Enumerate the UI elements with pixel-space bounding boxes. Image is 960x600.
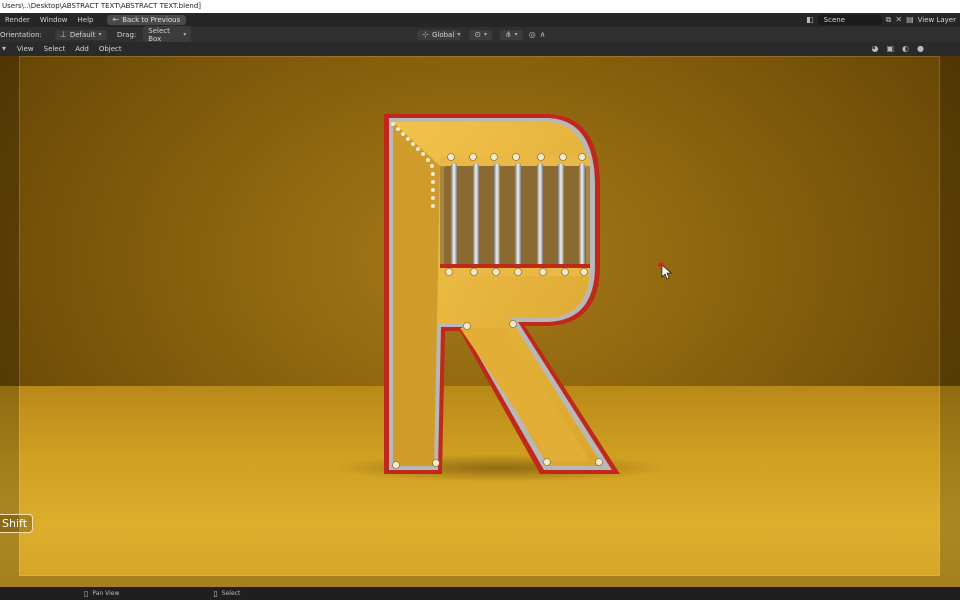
pivot-point-dropdown[interactable]: ⊙ ▾ (469, 29, 492, 40)
top-menu-bar: Render Window Help ⇤ Back to Previous ◧ … (0, 13, 960, 27)
back-icon: ⇤ (112, 15, 120, 24)
menu-help[interactable]: Help (73, 16, 99, 24)
chevron-down-icon: ▾ (514, 31, 518, 38)
status-select: ▯ Select (213, 588, 241, 598)
scene-controls: ◧ Scene ⧉ ✕ ▤ View Layer (806, 13, 960, 27)
camera-frame (19, 56, 940, 576)
proportional-edit-icon[interactable]: ◎ (529, 30, 536, 39)
menu-window[interactable]: Window (35, 16, 73, 24)
delete-scene-icon[interactable]: ✕ (895, 16, 902, 24)
snap-dropdown[interactable]: ⋔ ▾ (499, 29, 523, 40)
view-layer-icon: ▤ (906, 15, 914, 24)
orientation-dropdown[interactable]: ⊥ Default ▾ (54, 29, 107, 40)
passepartout-right (940, 56, 960, 587)
back-label: Back to Previous (122, 16, 181, 24)
scene-name: Scene (823, 16, 845, 24)
back-to-previous-button[interactable]: ⇤ Back to Previous (106, 15, 187, 25)
view-layer-label[interactable]: View Layer (918, 16, 960, 24)
wireframe-icon[interactable]: ◐ (902, 45, 909, 53)
chevron-down-icon: ▾ (183, 31, 187, 38)
scene-field[interactable]: Scene (817, 15, 882, 25)
menu-object[interactable]: Object (94, 45, 127, 53)
3d-viewport[interactable]: Shift (0, 56, 960, 587)
status-bar: ▯ Pan View ▯ Select (0, 587, 960, 600)
drag-dropdown[interactable]: Select Box ▾ (143, 25, 192, 44)
passepartout-left (0, 56, 19, 587)
menu-render[interactable]: Render (0, 16, 35, 24)
scene-icon: ◧ (806, 15, 814, 24)
snap-icon: ⋔ (504, 29, 512, 39)
pivot-icon: ⊙ (474, 29, 481, 39)
falloff-icon[interactable]: ∧ (540, 30, 546, 39)
menu-view[interactable]: View (12, 45, 39, 53)
orientation-icon: ⊥ (59, 29, 67, 39)
viewport-shading-controls: ◕ ▣ ◐ ● (871, 45, 924, 53)
chevron-down-icon: ▾ (483, 31, 487, 38)
status-pan: ▯ Pan View (84, 588, 120, 598)
chevron-down-icon: ▾ (98, 31, 102, 38)
xray-icon[interactable]: ▣ (886, 45, 894, 53)
menu-add[interactable]: Add (70, 45, 94, 53)
mouse-left-icon: ▯ (213, 588, 218, 598)
drag-label: Drag: (116, 30, 137, 39)
menu-select[interactable]: Select (39, 45, 71, 53)
new-scene-icon[interactable]: ⧉ (886, 16, 892, 24)
window-title: Users\..\Desktop\ABSTRACT TEXT\ABSTRACT … (2, 2, 201, 10)
passepartout-bottom (19, 576, 940, 587)
transform-value: Global (431, 30, 455, 39)
status-pan-label: Pan View (92, 590, 120, 597)
window-title-bar: Users\..\Desktop\ABSTRACT TEXT\ABSTRACT … (0, 0, 960, 13)
drag-value: Select Box (148, 26, 170, 43)
editor-type-icon[interactable]: ▾ (2, 45, 6, 53)
status-select-label: Select (221, 590, 241, 597)
global-axes-icon: ⊹ (422, 29, 429, 39)
shift-key-overlay: Shift (0, 514, 34, 533)
mouse-middle-icon: ▯ (84, 588, 89, 598)
tool-settings-bar: Orientation: ⊥ Default ▾ Drag: Select Bo… (0, 25, 960, 44)
orientation-label: Orientation: (0, 30, 42, 39)
transform-orientation-dropdown[interactable]: ⊹ Global ▾ (417, 29, 462, 40)
orientation-value: Default (69, 30, 96, 39)
viewport-header: ▾ View Select Add Object ◕ ▣ ◐ ● (0, 42, 960, 56)
visibility-icon[interactable]: ◕ (871, 45, 878, 53)
chevron-down-icon: ▾ (457, 31, 461, 38)
solid-shading-icon[interactable]: ● (917, 45, 924, 53)
